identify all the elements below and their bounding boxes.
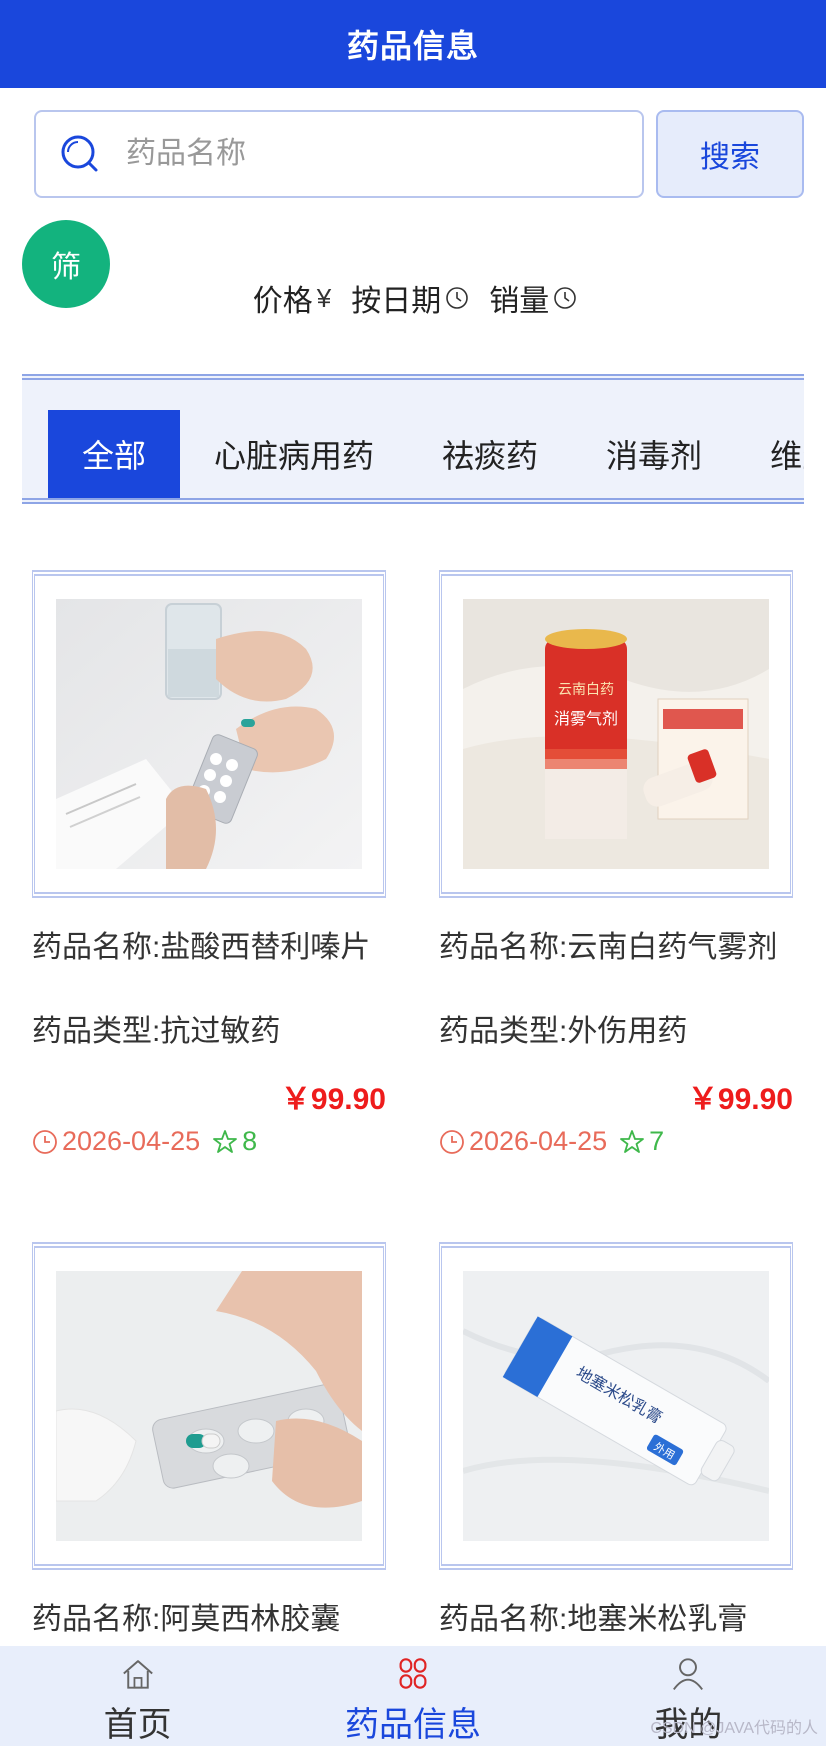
category-tab-expectorant[interactable]: 祛痰药 <box>408 410 572 498</box>
product-name: 药品名称:盐酸西替利嗪片 <box>32 931 371 964</box>
category-tab-all[interactable]: 全部 <box>48 410 181 498</box>
star-icon <box>213 1129 238 1153</box>
product-rating: 8 <box>242 1126 258 1156</box>
tab-home-label: 首页 <box>103 1706 172 1744</box>
product-name: 药品名称:地塞米松乳膏 <box>439 1603 748 1636</box>
product-image[interactable]: 云南白药 消雾气剂 <box>463 599 769 869</box>
product-meta: 2026-04-25 7 <box>439 1126 793 1157</box>
product-image[interactable] <box>56 1271 362 1541</box>
product-card[interactable]: 地塞米松乳膏 外用 药品名称:地塞米松乳膏 <box>439 1242 793 1638</box>
sort-sales-label: 销量 <box>489 285 550 318</box>
clock-icon <box>554 287 577 309</box>
product-card[interactable]: 云南白药 消雾气剂 药品名称:云南白药气雾剂 药品类型:外伤用药 ￥99.90 … <box>439 570 793 1157</box>
search-button[interactable]: 搜索 <box>656 110 804 198</box>
product-name: 药品名称:云南白药气雾剂 <box>439 931 778 964</box>
product-price: ￥99.90 <box>687 1083 793 1116</box>
category-tab-bar: 全部 心脏病用药 祛痰药 消毒剂 维生 <box>22 374 804 504</box>
sort-by-date[interactable]: 按日期 <box>351 276 469 320</box>
category-tab-disinfectant[interactable]: 消毒剂 <box>572 410 736 498</box>
product-date: 2026-04-25 <box>469 1126 608 1156</box>
clock-icon <box>440 1129 464 1154</box>
tab-home[interactable]: 首页 <box>0 1646 275 1746</box>
product-rating: 7 <box>649 1126 665 1156</box>
product-image-frame <box>32 570 386 898</box>
user-icon <box>673 1658 704 1691</box>
sort-by-sales[interactable]: 销量 <box>489 276 577 320</box>
page-title: 药品信息 <box>346 28 479 64</box>
product-type: 药品类型:抗过敏药 <box>32 1015 281 1048</box>
sort-bar: 价格 ¥ 按日期 销量 <box>0 276 826 320</box>
product-price: ￥99.90 <box>280 1083 386 1116</box>
product-name: 药品名称:阿莫西林胶囊 <box>32 1603 341 1636</box>
sort-price-label: 价格 <box>252 285 313 318</box>
sort-by-price[interactable]: 价格 ¥ <box>253 276 331 320</box>
product-card[interactable]: 药品名称:盐酸西替利嗪片 药品类型:抗过敏药 ￥99.90 2026-04-25… <box>32 570 386 1157</box>
product-image[interactable]: 地塞米松乳膏 外用 <box>463 1271 769 1541</box>
top-navbar: 药品信息 <box>0 0 826 88</box>
product-image[interactable] <box>56 599 362 869</box>
sort-date-label: 按日期 <box>351 285 442 318</box>
watermark: CSDN @JAVA代码的人 <box>650 1720 818 1737</box>
can-brand-text: 云南白药 <box>558 682 614 698</box>
product-date: 2026-04-25 <box>62 1126 201 1156</box>
product-image-frame: 云南白药 消雾气剂 <box>439 570 793 898</box>
product-card[interactable]: 药品名称:阿莫西林胶囊 <box>32 1242 386 1638</box>
product-type: 药品类型:外伤用药 <box>439 1015 688 1048</box>
yen-icon: ¥ <box>316 282 332 313</box>
tab-medicine-info-label: 药品信息 <box>344 1706 481 1744</box>
product-image-frame <box>32 1242 386 1570</box>
product-meta: 2026-04-25 8 <box>32 1126 386 1157</box>
star-icon <box>620 1129 645 1153</box>
search-icon <box>61 135 98 172</box>
category-tab-vitamin[interactable]: 维生 <box>736 410 804 498</box>
clock-icon <box>33 1129 57 1154</box>
clock-icon <box>446 287 469 309</box>
grid-icon <box>399 1658 427 1689</box>
tab-medicine-info[interactable]: 药品信息 <box>275 1646 550 1746</box>
product-image-frame: 地塞米松乳膏 外用 <box>439 1242 793 1570</box>
can-product-text: 消雾气剂 <box>554 710 618 728</box>
bottom-tab-bar: 首页 药品信息 我的 CSDN @JAVA代码的人 <box>0 1646 826 1746</box>
category-tab-heart[interactable]: 心脏病用药 <box>180 410 408 498</box>
home-icon <box>122 1660 153 1689</box>
search-box[interactable] <box>34 110 644 198</box>
search-input[interactable] <box>126 137 606 171</box>
